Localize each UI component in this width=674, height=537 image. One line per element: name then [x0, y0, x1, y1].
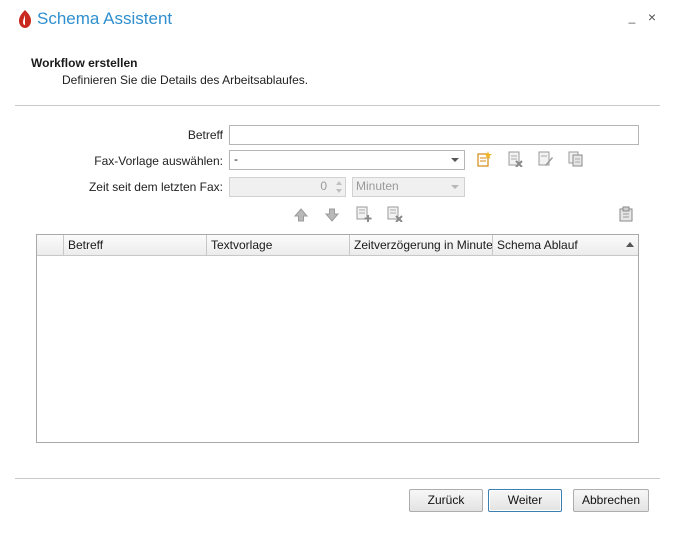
subject-input[interactable]: [229, 125, 639, 145]
page-subtitle: Definieren Sie die Details des Arbeitsab…: [62, 73, 309, 87]
edit-document-icon[interactable]: [537, 151, 553, 167]
column-header-schema-label: Schema Ablauf: [497, 238, 578, 252]
move-down-icon[interactable]: [324, 207, 340, 223]
close-button[interactable]: ×: [645, 10, 659, 24]
grid-header: Betreff Textvorlage Zeitverzögerung in M…: [37, 235, 638, 256]
minimize-button[interactable]: _: [626, 11, 638, 24]
workflow-grid[interactable]: Betreff Textvorlage Zeitverzögerung in M…: [36, 234, 639, 443]
new-document-icon[interactable]: [476, 151, 492, 167]
copy-document-icon[interactable]: [568, 151, 584, 167]
column-header-template[interactable]: Textvorlage: [207, 235, 350, 255]
time-value: 0: [320, 179, 327, 193]
fax-template-value: -: [234, 152, 238, 166]
subject-label: Betreff: [187, 128, 223, 142]
chevron-down-icon: [451, 185, 459, 189]
header-divider: [15, 105, 660, 106]
app-logo-icon: [19, 10, 31, 28]
time-spinner[interactable]: 0: [229, 177, 346, 197]
window-title: Schema Assistent: [37, 9, 173, 28]
clipboard-icon[interactable]: [618, 206, 634, 222]
move-up-icon[interactable]: [293, 207, 309, 223]
time-label: Zeit seit dem letzten Fax:: [88, 180, 223, 194]
spin-up-icon[interactable]: [336, 181, 342, 185]
cancel-button[interactable]: Abbrechen: [573, 489, 649, 512]
time-unit-value: Minuten: [356, 179, 399, 193]
column-header-delay[interactable]: Zeitverzögerung in Minuten: [350, 235, 493, 255]
column-header-schema[interactable]: Schema Ablauf: [493, 235, 638, 255]
fax-template-select[interactable]: -: [229, 150, 465, 170]
time-unit-select[interactable]: Minuten: [352, 177, 465, 197]
chevron-down-icon: [451, 158, 459, 162]
footer-divider: [15, 478, 660, 479]
template-label: Fax-Vorlage auswählen:: [94, 154, 223, 168]
page-title: Workflow erstellen: [31, 56, 138, 70]
add-row-icon[interactable]: [356, 206, 372, 222]
row-indicator-header: [37, 235, 64, 255]
delete-document-icon[interactable]: [507, 151, 523, 167]
column-header-subject[interactable]: Betreff: [64, 235, 207, 255]
sort-ascending-icon: [626, 242, 634, 247]
spin-down-icon[interactable]: [336, 189, 342, 193]
back-button[interactable]: Zurück: [409, 489, 483, 512]
next-button[interactable]: Weiter: [488, 489, 562, 512]
delete-row-icon[interactable]: [387, 206, 403, 222]
